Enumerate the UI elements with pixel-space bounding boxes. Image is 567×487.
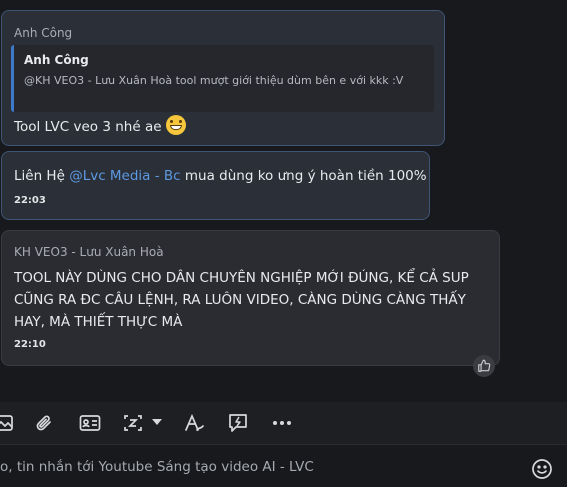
message-prefix: Liên Hệ: [14, 168, 65, 184]
message-bubble[interactable]: Liên Hệ @Lvc Media - Bc mua dùng ko ưng …: [1, 151, 430, 220]
contact-card-icon[interactable]: [79, 413, 101, 433]
composer-toolbar: [0, 402, 567, 444]
message-line: CŨNG RA ĐC CÂU LỆNH, RA LUÔN VIDEO, CÀNG…: [14, 292, 466, 308]
message-text: TOOL NÀY DÙNG CHO DÂN CHUYÊN NGHIỆP MỚI …: [14, 267, 469, 333]
message-suffix: mua dùng ko ưng ý hoàn tiền 100%: [184, 168, 427, 184]
message-composer[interactable]: o, tin nhắn tới Youtube Sáng tạo video A…: [0, 444, 567, 487]
emoji-picker-icon[interactable]: [531, 458, 553, 480]
quick-message-icon[interactable]: [227, 413, 247, 433]
sender-name: KH VEO3 - Lưu Xuân Hoà: [14, 245, 164, 259]
message-bubble[interactable]: KH VEO3 - Lưu Xuân Hoà TOOL NÀY DÙNG CHO…: [1, 230, 500, 366]
message-line: HAY, MÀ THIẾT THỰC MÀ: [14, 314, 183, 330]
reply-quote[interactable]: Anh Công @KH VEO3 - Lưu Xuân Hoà tool mư…: [11, 45, 434, 112]
message-timestamp: 22:03: [14, 195, 46, 206]
message-text: Liên Hệ @Lvc Media - Bc mua dùng ko ưng …: [14, 168, 427, 184]
user-mention-link[interactable]: @Lvc Media - Bc: [69, 168, 180, 184]
image-icon[interactable]: [0, 413, 14, 433]
message-timestamp: 22:10: [14, 339, 46, 350]
grinning-face-icon: [165, 115, 186, 135]
reply-sender-name: Anh Công: [24, 53, 89, 67]
text-format-icon[interactable]: [184, 413, 204, 433]
message-text-row: Tool LVC veo 3 nhé ae: [14, 115, 186, 135]
attachment-icon[interactable]: [35, 413, 55, 433]
message-line: TOOL NÀY DÙNG CHO DÂN CHUYÊN NGHIỆP MỚI …: [14, 270, 469, 286]
thumbs-up-icon: [478, 359, 491, 372]
sender-name: Anh Công: [14, 26, 73, 40]
dropdown-icon[interactable]: [151, 416, 163, 428]
message-bubble[interactable]: Anh Công Anh Công @KH VEO3 - Lưu Xuân Ho…: [1, 10, 445, 146]
message-text: Tool LVC veo 3 nhé ae: [14, 119, 162, 135]
zalo-sticker-icon[interactable]: [123, 413, 143, 433]
reply-text: @KH VEO3 - Lưu Xuân Hoà tool mượt giới t…: [24, 74, 404, 87]
like-reaction-button[interactable]: [473, 355, 495, 377]
more-icon[interactable]: [272, 413, 292, 433]
message-input[interactable]: o, tin nhắn tới Youtube Sáng tạo video A…: [0, 459, 314, 475]
